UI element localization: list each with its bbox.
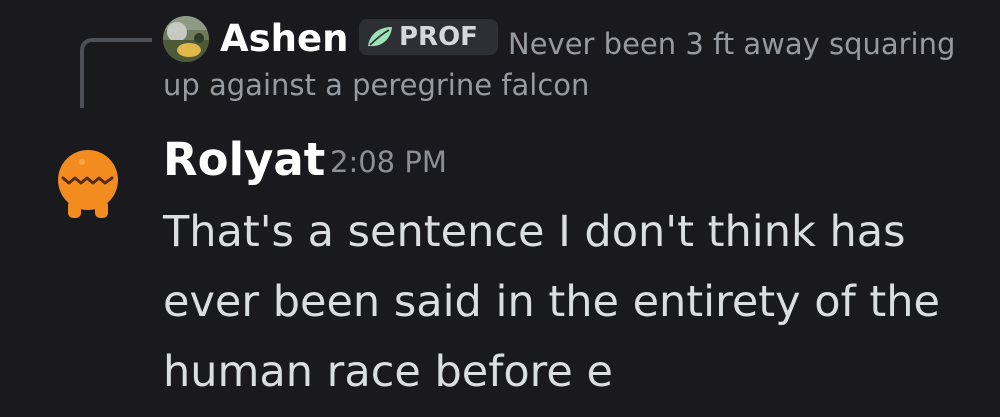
message-text-line: ever been said in the entirety of the — [163, 277, 940, 327]
orange-blob-avatar-icon — [58, 150, 118, 218]
reply-author-avatar[interactable] — [163, 16, 209, 62]
message-content: That's a sentence I don't think has ever… — [163, 197, 993, 407]
message-timestamp[interactable]: 2:08 PM — [330, 140, 447, 184]
photo-avatar-icon — [163, 16, 209, 62]
leaf-icon — [368, 27, 392, 47]
reply-connector-line — [80, 38, 152, 108]
message-text-line: human race before e — [163, 347, 613, 397]
role-tag[interactable]: PROF — [359, 19, 498, 55]
message-author-name[interactable]: Rolyat — [163, 132, 325, 188]
message-text-line: That's a sentence I don't think has — [163, 207, 906, 257]
author-avatar[interactable] — [52, 148, 124, 220]
reply-preview-text-line-2[interactable]: up against a peregrine falcon — [163, 65, 589, 105]
reply-preview-text-line-1[interactable]: Never been 3 ft away squaring — [508, 24, 955, 64]
role-tag-label: PROF — [399, 22, 478, 52]
reply-author-name[interactable]: Ashen — [220, 14, 348, 64]
